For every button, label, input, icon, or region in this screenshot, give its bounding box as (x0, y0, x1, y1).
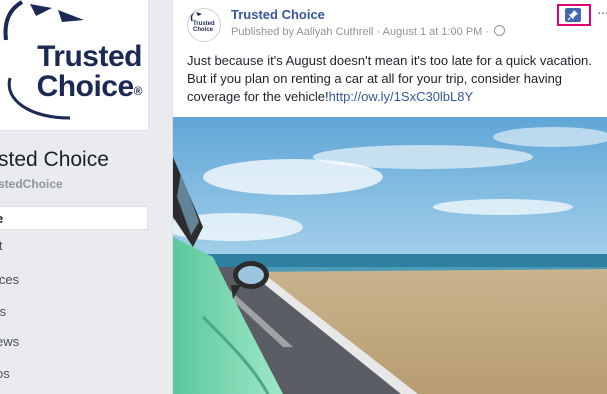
pin-glyph-icon (567, 10, 578, 21)
page-sidebar: Trusted Choice® sted Choice stedChoice e… (0, 0, 160, 394)
post-body: Just because it's August doesn't mean it… (187, 52, 607, 106)
pin-highlight (557, 4, 591, 26)
meta-separator: · (376, 26, 381, 38)
sidebar-item-home[interactable]: e (0, 206, 148, 230)
page-name[interactable]: sted Choice (0, 148, 109, 172)
post-date-link[interactable]: August 1 at 1:00 PM (383, 26, 483, 38)
pin-icon[interactable] (565, 8, 581, 22)
post-photo[interactable] (173, 117, 607, 394)
logo-registered-mark: ® (133, 84, 143, 98)
globe-icon (494, 25, 506, 36)
logo-wordmark: Trusted Choice® (24, 40, 143, 103)
post-author-link[interactable]: Trusted Choice (231, 7, 325, 22)
post-card: Trusted Choice Trusted Choice Published … (172, 0, 607, 394)
ellipsis-icon[interactable]: ··· (597, 4, 607, 20)
post-meta: Published by Aaliyah Cuthrell · August 1… (231, 25, 506, 38)
page-profile-logo[interactable]: Trusted Choice® (0, 0, 149, 131)
published-by[interactable]: Published by Aaliyah Cuthrell (231, 26, 373, 38)
sidebar-item-photos[interactable]: os (0, 362, 148, 386)
car-road-photo (173, 117, 607, 394)
logo-line-1: Trusted (37, 40, 142, 73)
post-link[interactable]: http://ow.ly/1SxC30lbL8Y (329, 89, 474, 104)
avatar-wordmark: Trusted Choice (193, 21, 215, 33)
author-avatar[interactable]: Trusted Choice (187, 8, 221, 42)
logo-line-2: Choice (36, 70, 135, 103)
sidebar-item-services[interactable]: ices (0, 268, 148, 292)
avatar-text-2: Choice (193, 27, 214, 33)
sidebar-item-about[interactable]: it (0, 234, 148, 258)
meta-separator-2: · (485, 26, 490, 38)
sidebar-item-reviews[interactable]: ews (0, 330, 148, 354)
page-handle[interactable]: stedChoice (0, 177, 63, 191)
sidebar-item-posts[interactable]: ts (0, 300, 148, 324)
